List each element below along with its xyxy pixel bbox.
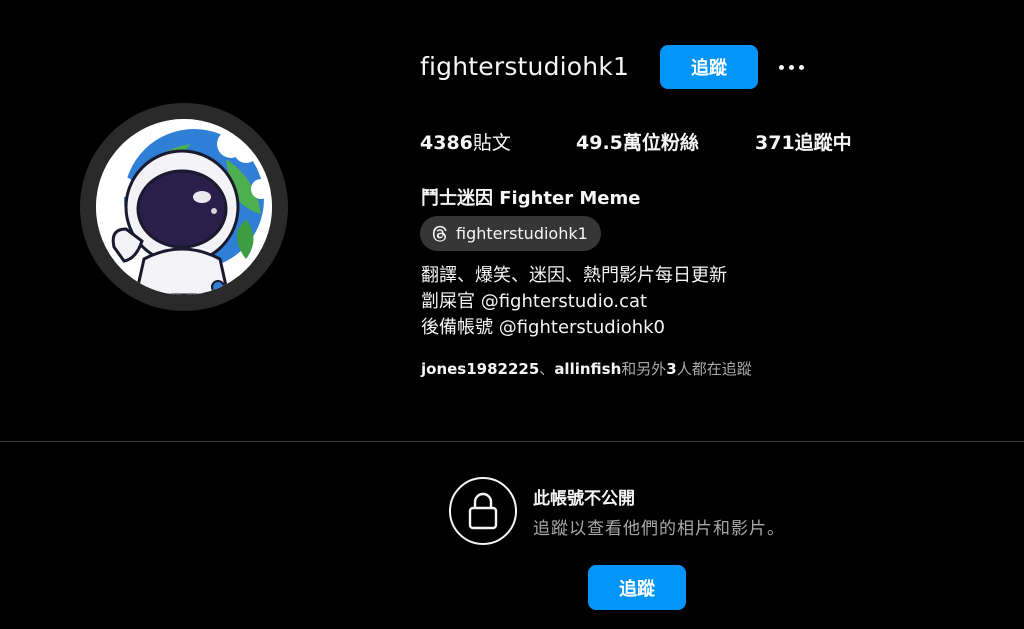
private-account-title: 此帳號不公開 bbox=[533, 489, 635, 509]
astronaut-avatar-icon bbox=[96, 119, 272, 295]
more-options-button[interactable] bbox=[772, 54, 810, 80]
stat-following[interactable]: 371追蹤中 bbox=[755, 128, 852, 155]
follow-button[interactable]: 追蹤 bbox=[660, 45, 758, 89]
followed-by-prefix: 和另外 bbox=[621, 360, 667, 378]
following-count: 371 bbox=[755, 132, 795, 154]
profile-username: fighterstudiohk1 bbox=[420, 52, 630, 81]
posts-count: 4386 bbox=[420, 132, 473, 154]
threads-icon bbox=[432, 225, 447, 242]
stat-posts: 4386貼文 bbox=[420, 128, 511, 155]
lock-icon-glyph bbox=[468, 492, 498, 530]
following-label: 追蹤中 bbox=[794, 132, 852, 154]
bio-line: 劏屎官 @fighterstudio.cat bbox=[421, 291, 648, 312]
followers-count: 49.5萬位 bbox=[576, 132, 661, 154]
more-horizontal-icon-dot bbox=[798, 64, 804, 70]
profile-full-name: 鬥士迷因 Fighter Meme bbox=[421, 188, 641, 209]
more-horizontal-icon bbox=[778, 64, 784, 70]
followed-by-suffix: 人都在追蹤 bbox=[676, 360, 752, 378]
more-horizontal-icon-dot bbox=[788, 64, 794, 70]
threads-link[interactable]: fighterstudiohk1 bbox=[420, 216, 601, 251]
followed-by-separator: 、 bbox=[539, 360, 555, 378]
followed-by-user[interactable]: jones1982225 bbox=[421, 360, 539, 378]
bio-line: 後備帳號 @fighterstudiohk0 bbox=[421, 317, 665, 338]
followed-by-user[interactable]: allinfish bbox=[554, 360, 621, 378]
followers-label: 粉絲 bbox=[660, 132, 699, 154]
followed-by-count: 3 bbox=[666, 360, 677, 378]
follow-button-bottom[interactable]: 追蹤 bbox=[588, 565, 686, 610]
avatar[interactable] bbox=[80, 103, 288, 311]
stat-followers[interactable]: 49.5萬位粉絲 bbox=[576, 128, 699, 155]
followed-by[interactable]: jones1982225、allinfish和另外3人都在追蹤 bbox=[421, 358, 752, 379]
bio-line: 翻譯、爆笑、迷因、熱門影片每日更新 bbox=[421, 265, 727, 286]
avatar-image bbox=[96, 119, 272, 295]
divider bbox=[0, 441, 1024, 442]
posts-label: 貼文 bbox=[472, 132, 511, 154]
private-account-subtitle: 追蹤以查看他們的相片和影片。 bbox=[533, 519, 785, 539]
lock-icon bbox=[449, 477, 517, 545]
threads-handle: fighterstudiohk1 bbox=[456, 224, 588, 243]
